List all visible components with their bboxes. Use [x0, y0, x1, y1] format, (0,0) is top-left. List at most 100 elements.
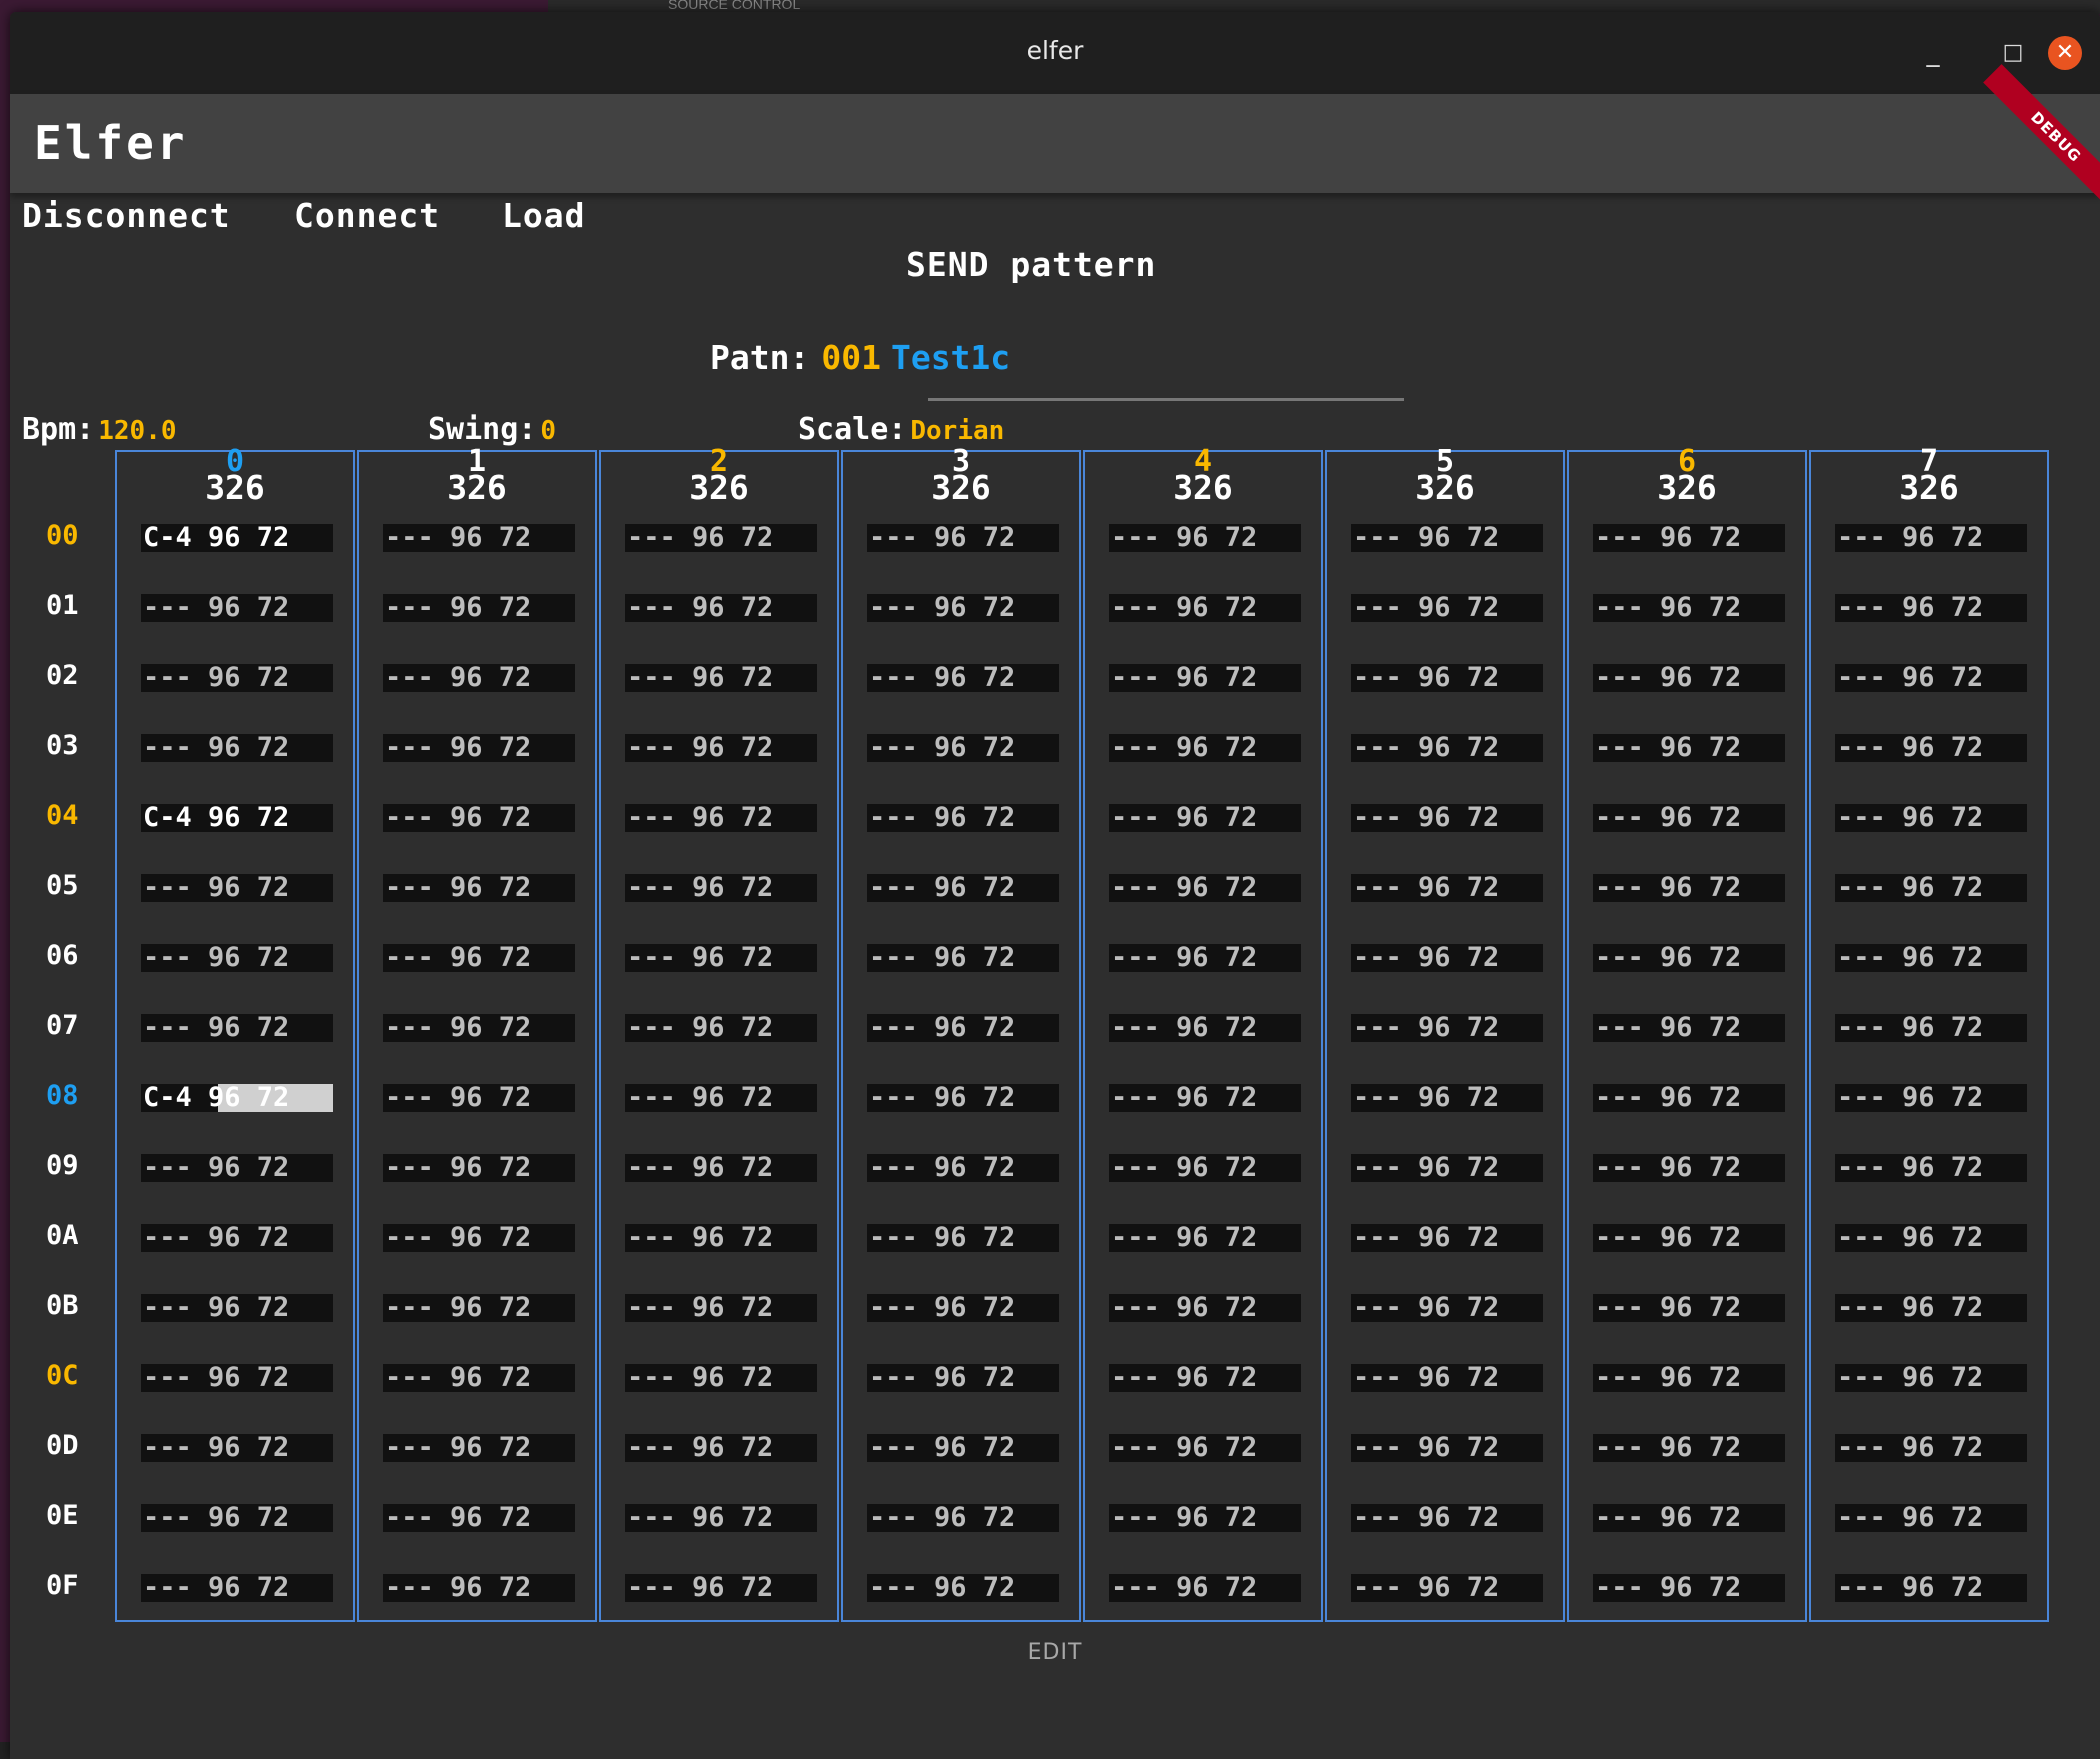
step-cell[interactable]: --- 96 72 [141, 1364, 333, 1392]
step-cell[interactable]: --- 96 72 [141, 1224, 333, 1252]
step-cell[interactable]: --- 96 72 [867, 594, 1059, 622]
step-cell[interactable]: --- 96 72 [1835, 1434, 2027, 1462]
step-cell[interactable]: --- 96 72 [141, 1574, 333, 1602]
step-cell[interactable]: --- 96 72 [625, 1434, 817, 1462]
step-cell[interactable]: --- 96 72 [867, 1084, 1059, 1112]
step-cell[interactable]: --- 96 72 [1351, 1224, 1543, 1252]
step-cell[interactable]: --- 96 72 [867, 524, 1059, 552]
pattern-number[interactable]: 001 [821, 338, 881, 377]
step-cell[interactable]: --- 96 72 [1109, 1084, 1301, 1112]
step-cell[interactable]: --- 96 72 [625, 1224, 817, 1252]
step-cell[interactable]: --- 96 72 [1109, 664, 1301, 692]
step-cell[interactable]: --- 96 72 [1351, 1364, 1543, 1392]
step-cell[interactable]: --- 96 72 [383, 734, 575, 762]
step-cell[interactable]: --- 96 72 [1109, 1364, 1301, 1392]
step-cell[interactable]: --- 96 72 [867, 1574, 1059, 1602]
step-cell[interactable]: --- 96 72 [383, 1294, 575, 1322]
step-cell[interactable]: --- 96 72 [1109, 1294, 1301, 1322]
step-cell[interactable]: --- 96 72 [1109, 944, 1301, 972]
step-cell[interactable]: --- 96 72 [141, 734, 333, 762]
step-cell[interactable]: --- 96 72 [141, 874, 333, 902]
track-header-3[interactable]: 3 326 [843, 447, 1079, 505]
step-cell[interactable]: --- 96 72 [1109, 1574, 1301, 1602]
step-cell[interactable]: --- 96 72 [867, 1224, 1059, 1252]
step-cell[interactable]: --- 96 72 [1351, 944, 1543, 972]
step-cell[interactable]: --- 96 72 [867, 1504, 1059, 1532]
step-cell[interactable]: --- 96 72 [1835, 804, 2027, 832]
step-cell[interactable]: --- 96 72 [1593, 1224, 1785, 1252]
step-cell[interactable]: --- 96 72 [867, 1294, 1059, 1322]
step-cell[interactable]: --- 96 72 [383, 1574, 575, 1602]
step-cell[interactable]: --- 96 72 [1835, 874, 2027, 902]
step-cell[interactable]: --- 96 72 [625, 1014, 817, 1042]
step-cell[interactable]: --- 96 72 [383, 1434, 575, 1462]
step-cell[interactable]: --- 96 72 [1593, 1084, 1785, 1112]
step-cell[interactable]: --- 96 72 [383, 664, 575, 692]
step-cell[interactable]: --- 96 72 [383, 594, 575, 622]
step-cell[interactable]: C-4 96 72 [141, 524, 333, 552]
load-button[interactable]: Load [502, 196, 585, 235]
step-cell[interactable]: --- 96 72 [625, 1574, 817, 1602]
scale-value[interactable]: Dorian [910, 416, 1004, 446]
step-cell[interactable]: --- 96 72 [1835, 944, 2027, 972]
track-header-2[interactable]: 2 326 [601, 447, 837, 505]
step-cell[interactable]: --- 96 72 [1593, 804, 1785, 832]
step-cell[interactable]: --- 96 72 [383, 1364, 575, 1392]
step-cell[interactable]: --- 96 72 [383, 524, 575, 552]
step-cell[interactable]: --- 96 72 [1351, 1504, 1543, 1532]
step-cell[interactable]: --- 96 72 [625, 804, 817, 832]
step-cell[interactable]: --- 96 72 [1835, 734, 2027, 762]
step-cell[interactable]: --- 96 72 [1109, 1154, 1301, 1182]
step-cell[interactable]: --- 96 72 [867, 1434, 1059, 1462]
step-cell[interactable]: --- 96 72 [383, 1154, 575, 1182]
track-header-0[interactable]: 0 326 [117, 447, 353, 505]
step-cell[interactable]: --- 96 72 [867, 874, 1059, 902]
step-cell[interactable]: --- 96 72 [383, 944, 575, 972]
step-cell[interactable]: --- 96 72 [867, 1364, 1059, 1392]
step-cell[interactable]: --- 96 72 [1351, 1014, 1543, 1042]
step-cell[interactable]: --- 96 72 [383, 874, 575, 902]
track-header-7[interactable]: 7 326 [1811, 447, 2047, 505]
step-cell[interactable]: --- 96 72 [141, 1434, 333, 1462]
step-cell[interactable]: --- 96 72 [1351, 594, 1543, 622]
step-cell[interactable]: --- 96 72 [625, 664, 817, 692]
step-cell[interactable]: --- 96 72 [1351, 524, 1543, 552]
step-cell[interactable]: --- 96 72 [1593, 874, 1785, 902]
step-cell[interactable]: --- 96 72 [1593, 1574, 1785, 1602]
step-cell[interactable]: --- 96 72 [1593, 524, 1785, 552]
step-cell[interactable]: --- 96 72 [141, 1014, 333, 1042]
track-header-1[interactable]: 1 326 [359, 447, 595, 505]
step-cell[interactable]: --- 96 72 [1835, 1014, 2027, 1042]
step-cell[interactable]: C-4 96 72 [141, 804, 333, 832]
step-cell[interactable]: --- 96 72 [867, 804, 1059, 832]
step-cell[interactable]: --- 96 72 [1593, 1294, 1785, 1322]
step-cell[interactable]: --- 96 72 [1109, 1014, 1301, 1042]
connect-button[interactable]: Connect [294, 196, 440, 235]
step-cell[interactable]: --- 96 72 [141, 594, 333, 622]
step-cell[interactable]: --- 96 72 [1593, 1154, 1785, 1182]
step-cell[interactable]: --- 96 72 [1351, 1084, 1543, 1112]
pattern-name-field[interactable]: Test1c [891, 338, 1010, 377]
send-pattern-button[interactable]: SEND pattern [906, 245, 1156, 284]
step-cell[interactable]: --- 96 72 [1109, 804, 1301, 832]
step-cell[interactable]: --- 96 72 [383, 1504, 575, 1532]
step-cell[interactable]: --- 96 72 [625, 1294, 817, 1322]
step-cell[interactable]: --- 96 72 [1835, 1364, 2027, 1392]
step-cell[interactable]: --- 96 72 [625, 524, 817, 552]
step-cell[interactable]: --- 96 72 [867, 664, 1059, 692]
step-cell[interactable]: --- 96 72 [1351, 1434, 1543, 1462]
step-cell[interactable]: C-4 96 72 [141, 1084, 333, 1112]
step-cell[interactable]: --- 96 72 [141, 1294, 333, 1322]
step-cell[interactable]: --- 96 72 [1593, 1364, 1785, 1392]
step-cell[interactable]: --- 96 72 [625, 1084, 817, 1112]
step-cell[interactable]: --- 96 72 [867, 1154, 1059, 1182]
step-cell[interactable]: --- 96 72 [867, 1014, 1059, 1042]
window-titlebar[interactable]: elfer _ □ ✕ [10, 12, 2100, 94]
step-cell[interactable]: --- 96 72 [1109, 734, 1301, 762]
step-cell[interactable]: --- 96 72 [867, 944, 1059, 972]
step-cell[interactable]: --- 96 72 [1835, 1294, 2027, 1322]
swing-param[interactable]: Swing: 0 [428, 412, 556, 447]
step-cell[interactable]: --- 96 72 [625, 1154, 817, 1182]
step-cell[interactable]: --- 96 72 [1351, 734, 1543, 762]
disconnect-button[interactable]: Disconnect [22, 196, 231, 235]
